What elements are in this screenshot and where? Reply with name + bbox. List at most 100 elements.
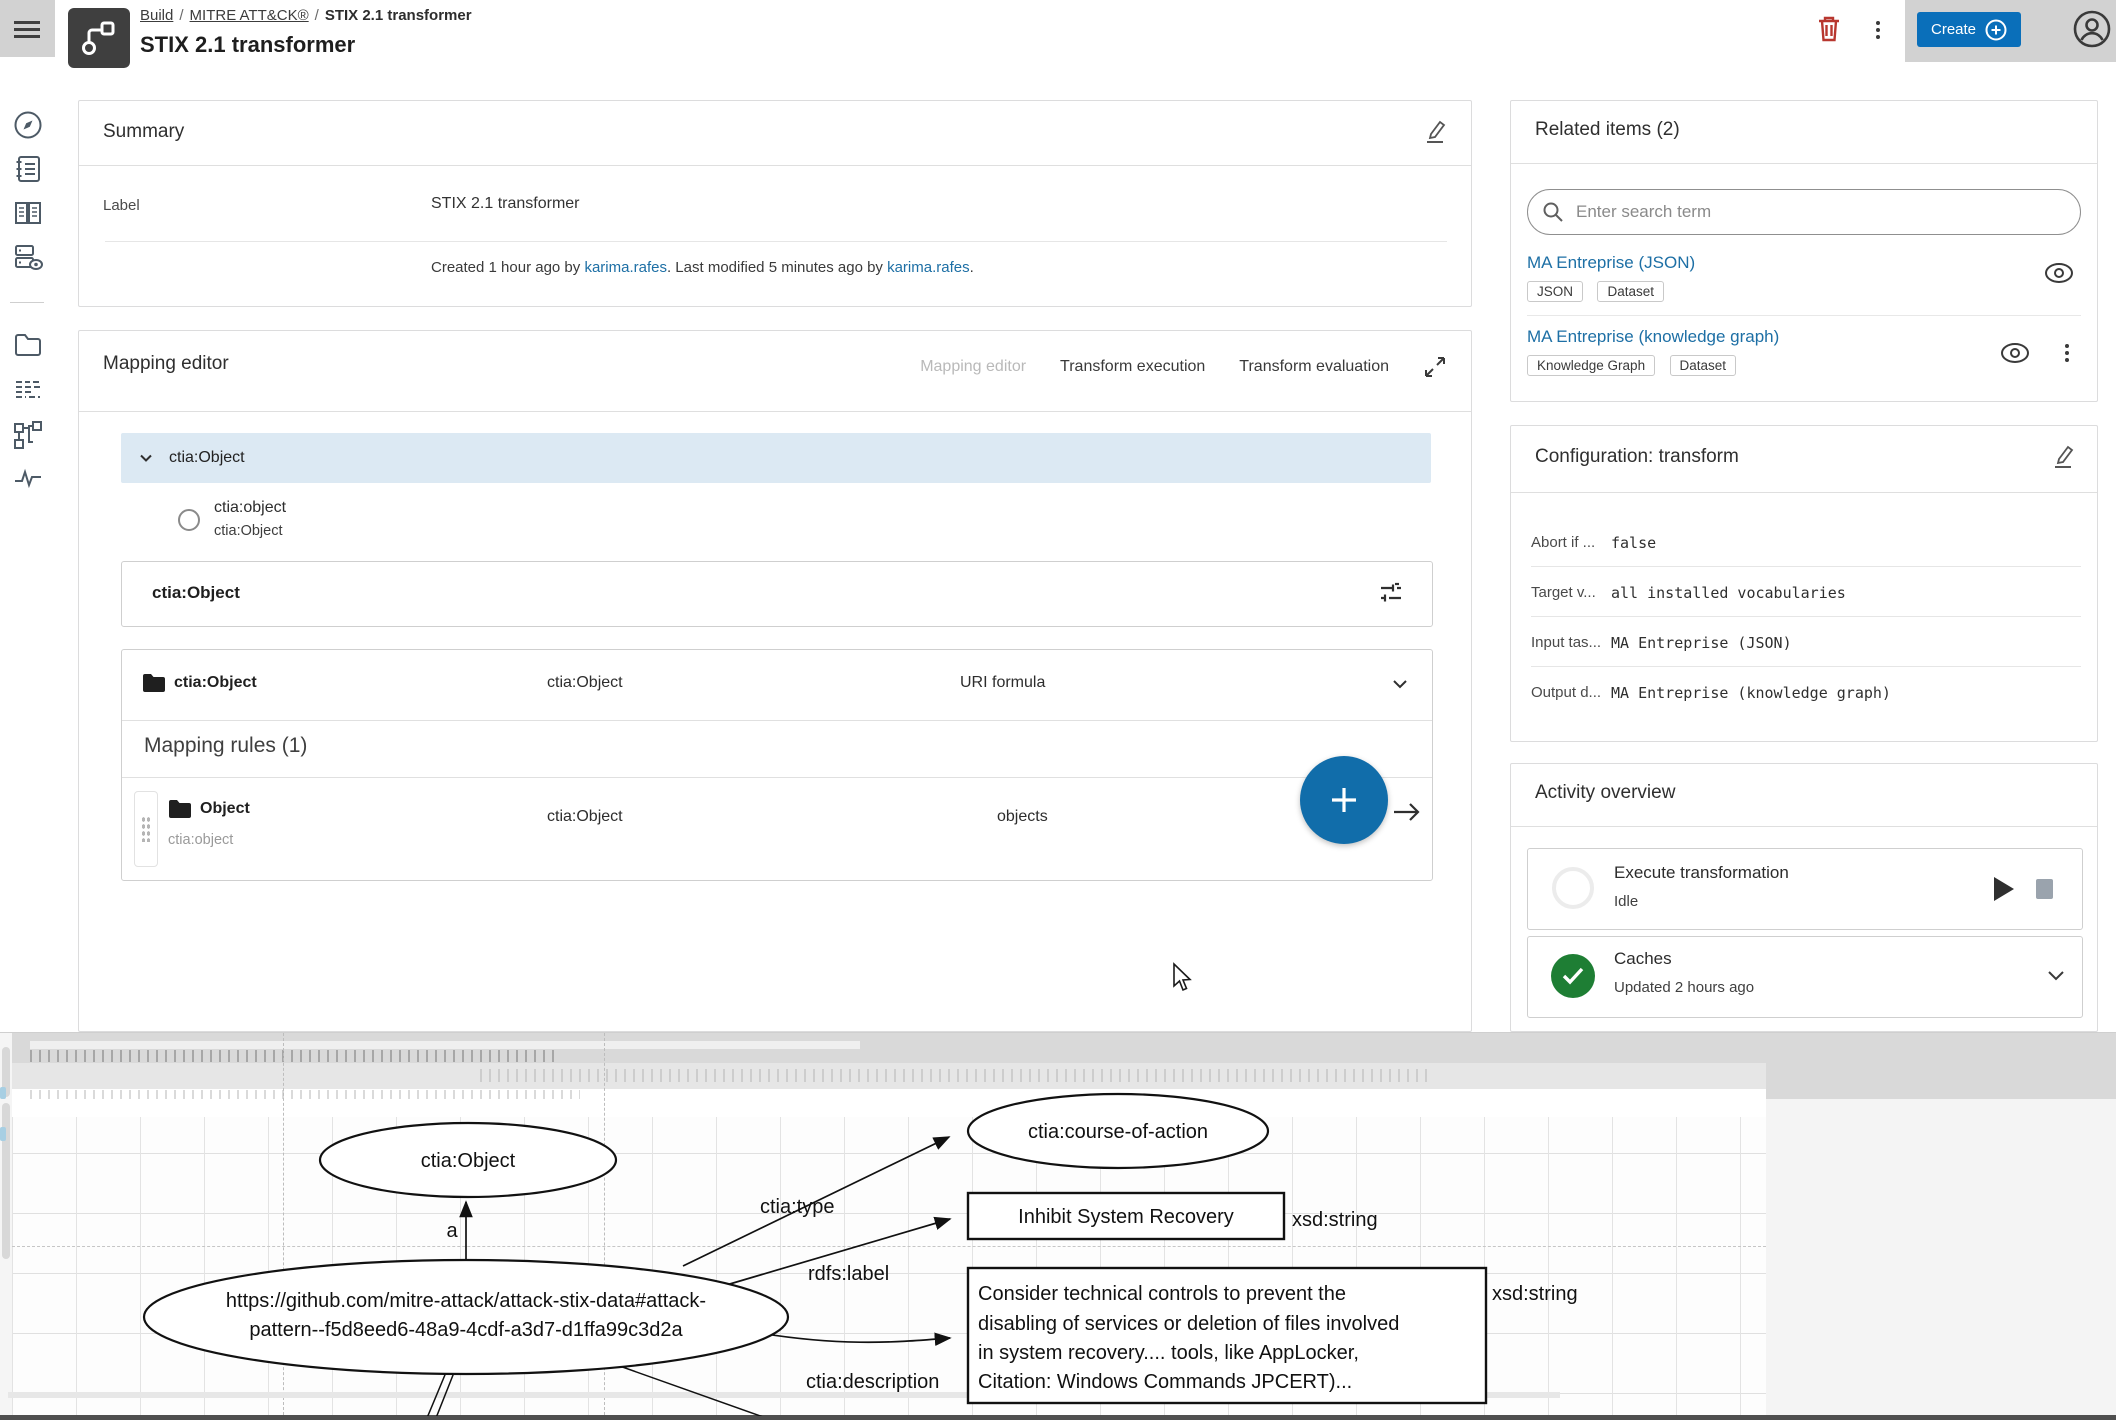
config-row-value: all installed vocabularies: [1611, 584, 1846, 602]
edge-label-type: ctia:type: [760, 1196, 834, 1218]
configuration-edit-button[interactable]: [2051, 444, 2075, 475]
node-uri-attack-pattern[interactable]: https://github.com/mitre-attack/attack-s…: [144, 1260, 788, 1374]
tune-sliders-icon[interactable]: [1378, 580, 1404, 606]
play-button[interactable]: [1994, 877, 2014, 901]
config-row-value: false: [1611, 534, 1656, 552]
rule-row-type: ctia:Object: [547, 808, 623, 826]
node-literal-label[interactable]: Inhibit System Recovery: [968, 1193, 1284, 1239]
node-uri-line1: https://github.com/mitre-attack/attack-s…: [226, 1290, 706, 1312]
chevron-down-icon[interactable]: [137, 449, 155, 467]
eye-icon[interactable]: [1999, 341, 2031, 365]
description-line3: in system recovery.... tools, like AppLo…: [978, 1342, 1359, 1364]
plus-circle-icon: [1985, 19, 2007, 41]
expand-fullscreen-icon[interactable]: [1423, 355, 1447, 379]
created-user-link[interactable]: karima.rafes: [584, 259, 667, 276]
divider: [1527, 315, 2081, 316]
mapping-rules-box: ctia:Object ctia:Object URI formula Mapp…: [121, 649, 1433, 881]
tab-mapping-editor[interactable]: Mapping editor: [920, 358, 1026, 376]
sidebar-item-vocabularies[interactable]: [13, 154, 43, 184]
notebook-icon: [13, 154, 43, 184]
menu-hamburger-icon[interactable]: [14, 17, 40, 42]
arrow-right-icon[interactable]: [1392, 798, 1422, 826]
breadcrumb-mitre[interactable]: MITRE ATT&CK®: [190, 7, 309, 24]
sidebar-item-ontology[interactable]: [13, 198, 43, 228]
rule-header-formula: URI formula: [960, 674, 1045, 692]
datatype-xsd-string: xsd:string: [1492, 1283, 1578, 1305]
activity-execute-status: Idle: [1614, 893, 1638, 910]
divider: [122, 777, 1432, 778]
tree-child-primary[interactable]: ctia:object: [214, 499, 286, 517]
node-class-course-of-action[interactable]: ctia:course-of-action: [968, 1094, 1268, 1168]
more-options-button[interactable]: [1870, 16, 1886, 44]
sidebar-item-activities[interactable]: [13, 462, 43, 492]
description-line2: disabling of services or deletion of fil…: [978, 1313, 1399, 1335]
divider: [105, 241, 1447, 242]
sidebar-item-explore[interactable]: [13, 110, 43, 140]
description-line4: Citation: Windows Commands JPCERT)...: [978, 1371, 1352, 1393]
create-button[interactable]: Create: [1917, 12, 2021, 47]
item-more-options-button[interactable]: [2059, 339, 2075, 367]
config-row-label: Output d...: [1531, 684, 1609, 701]
stop-button[interactable]: [2036, 879, 2053, 899]
related-item-link[interactable]: MA Entreprise (JSON): [1527, 253, 1695, 273]
activity-execute-label: Execute transformation: [1614, 863, 1789, 883]
summary-edit-button[interactable]: [1423, 119, 1447, 150]
mapping-rules-heading: Mapping rules (1): [144, 734, 307, 758]
success-check-icon: [1551, 954, 1595, 998]
rule-row-value: objects: [997, 808, 1048, 826]
related-item-link[interactable]: MA Entreprise (knowledge graph): [1527, 327, 1779, 347]
summary-card: Summary Label STIX 2.1 transformer Creat…: [78, 100, 1472, 307]
tab-transform-evaluation[interactable]: Transform evaluation: [1239, 358, 1389, 376]
open-book-icon: [13, 198, 43, 228]
delete-button[interactable]: [1815, 14, 1843, 49]
config-row-label: Input tas...: [1531, 634, 1609, 651]
configuration-title: Configuration: transform: [1535, 446, 1739, 468]
idle-status-ring-icon: [1552, 867, 1594, 909]
search-input[interactable]: [1574, 201, 2066, 223]
activity-caches-status: Updated 2 hours ago: [1614, 979, 1754, 996]
modified-user-link[interactable]: karima.rafes: [887, 259, 970, 276]
flowchart-icon: [80, 19, 118, 57]
folder-icon: [13, 330, 43, 360]
page-title: STIX 2.1 transformer: [140, 32, 355, 58]
mapping-editor-title: Mapping editor: [103, 353, 229, 375]
plus-icon: [1326, 782, 1362, 818]
node-literal-description[interactable]: Consider technical controls to prevent t…: [968, 1268, 1486, 1403]
breadcrumb: Build/MITRE ATT&CK®/STIX 2.1 transformer: [140, 7, 472, 25]
modified-text: . Last modified 5 minutes ago by: [667, 259, 887, 276]
compass-icon: [13, 110, 43, 140]
related-search[interactable]: [1527, 189, 2081, 235]
edge-label-description: ctia:description: [806, 1371, 939, 1393]
tab-transform-execution[interactable]: Transform execution: [1060, 358, 1205, 376]
tree-root-label: ctia:Object: [169, 449, 245, 467]
sidebar-item-datasets[interactable]: [13, 374, 43, 404]
sidebar-item-projects[interactable]: [13, 330, 43, 360]
tag-chip: JSON: [1527, 281, 1583, 302]
divider: [1531, 666, 2081, 667]
chevron-down-icon[interactable]: [1390, 674, 1410, 694]
tree-child-radio[interactable]: [178, 509, 200, 531]
breadcrumb-separator: /: [173, 7, 189, 24]
mouse-cursor: [1170, 962, 1198, 994]
summary-label-value: STIX 2.1 transformer: [431, 195, 580, 213]
edge-label-rdfs: rdfs:label: [808, 1263, 889, 1285]
edge-label-a: a: [446, 1220, 458, 1242]
breadcrumb-build[interactable]: Build: [140, 7, 173, 24]
eye-icon[interactable]: [2043, 261, 2075, 285]
related-item-tags: Knowledge Graph Dataset: [1527, 355, 1746, 376]
application-window: Build/MITRE ATT&CK®/STIX 2.1 transformer…: [0, 0, 2116, 1420]
chevron-down-icon[interactable]: [2044, 963, 2068, 987]
rule-row-label[interactable]: Object: [200, 800, 250, 818]
add-mapping-rule-button[interactable]: [1300, 756, 1388, 844]
sidebar-item-workflows[interactable]: [13, 420, 43, 450]
activity-overview-card: Activity overview Execute transformation…: [1510, 763, 2098, 1032]
sidebar-item-queries[interactable]: [13, 243, 43, 273]
period: .: [970, 259, 974, 276]
datatype-xsd-string: xsd:string: [1292, 1209, 1378, 1231]
rule-drag-handle[interactable]: [134, 791, 158, 867]
literal-label-text: Inhibit System Recovery: [1018, 1206, 1234, 1228]
node-class-ctia-object[interactable]: ctia:Object: [320, 1123, 616, 1197]
user-avatar[interactable]: [2072, 9, 2112, 54]
tree-root-row[interactable]: ctia:Object: [121, 433, 1431, 483]
activity-caches-row: Caches Updated 2 hours ago: [1527, 936, 2083, 1018]
